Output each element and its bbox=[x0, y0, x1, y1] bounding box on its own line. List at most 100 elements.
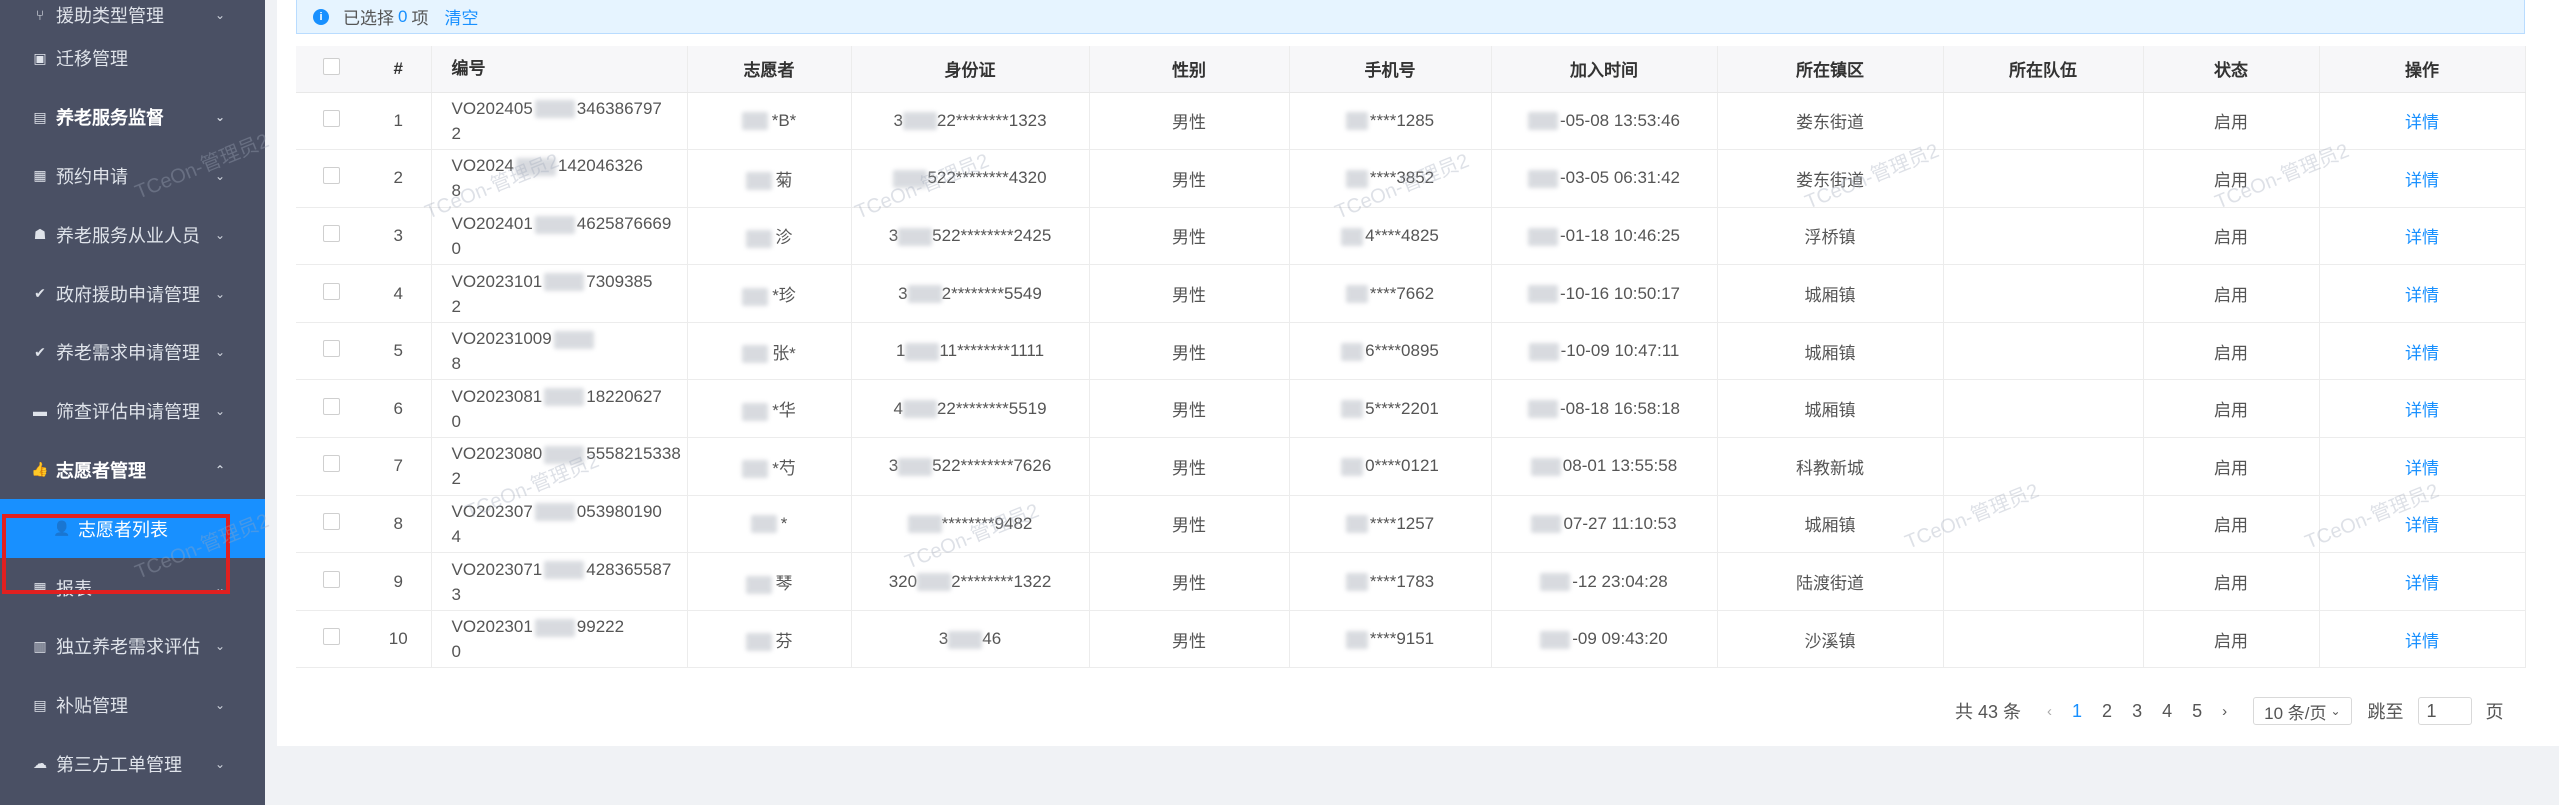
phone-value: ****7662 bbox=[1369, 283, 1435, 303]
code-suffix: 2 bbox=[451, 123, 461, 143]
table-row: 7 VO2023080 5558215338 2 *芍 3 522********7626 男… bbox=[296, 437, 2526, 496]
row-detail-link[interactable]: 详情 bbox=[2319, 379, 2526, 439]
row-gender: 男性 bbox=[1089, 207, 1290, 266]
header-phone: 手机号 bbox=[1289, 46, 1492, 93]
sidebar-item[interactable]: ▬ 筛查评估申请管理 ⌄ bbox=[0, 382, 265, 441]
row-detail-link[interactable]: 详情 bbox=[2319, 92, 2526, 151]
id-suffix: 2********5549 bbox=[941, 283, 1042, 303]
row-checkbox[interactable] bbox=[322, 512, 340, 530]
sidebar-item[interactable]: ▣ 迁移管理 bbox=[0, 29, 265, 88]
row-checkbox[interactable] bbox=[322, 282, 340, 300]
sidebar-item[interactable]: ☁ 第三方工单管理 ⌄ bbox=[0, 735, 265, 794]
user-icon: 👤 bbox=[53, 520, 71, 537]
sidebar-item[interactable]: ▥ 独立养老需求评估 ⌄ bbox=[0, 617, 265, 676]
page-number[interactable]: 4 bbox=[2162, 701, 2172, 722]
id-prefix: 320 bbox=[888, 571, 918, 591]
row-join-time: -10-09 10:47:11 bbox=[1491, 322, 1718, 381]
phone-value: ****9151 bbox=[1369, 629, 1435, 649]
row-detail-link[interactable]: 详情 bbox=[2319, 437, 2526, 496]
sidebar-item[interactable]: ⑂ 援助类型管理 ⌄ bbox=[0, 0, 265, 29]
sidebar-item[interactable]: ☗ 养老服务从业人员 ⌄ bbox=[0, 205, 265, 264]
code-middle: 142046326 bbox=[557, 156, 643, 176]
row-select[interactable] bbox=[296, 552, 366, 611]
row-join-time: 07-27 11:10:53 bbox=[1491, 495, 1718, 554]
join-time-value: -09 09:43:20 bbox=[1572, 629, 1668, 649]
row-checkbox[interactable] bbox=[322, 455, 340, 473]
sidebar-item-label: 养老服务监督 bbox=[56, 108, 164, 129]
redaction-blur bbox=[742, 345, 769, 364]
row-join-time: -10-16 10:50:17 bbox=[1491, 264, 1718, 323]
page-size-select[interactable]: 10 条/页 ⌄ bbox=[2253, 697, 2352, 725]
sidebar-item[interactable]: ▤ 养老服务监督 ⌄ bbox=[0, 88, 265, 147]
row-select[interactable] bbox=[296, 437, 366, 496]
sidebar-item[interactable]: ✔ 养老需求申请管理 ⌄ bbox=[0, 323, 265, 382]
volunteer-name: 芬 bbox=[775, 631, 793, 651]
sidebar-item[interactable]: ▦ 预约申请 ⌄ bbox=[0, 147, 265, 206]
row-detail-link[interactable]: 详情 bbox=[2319, 207, 2526, 266]
row-select[interactable] bbox=[296, 322, 366, 381]
row-detail-link[interactable]: 详情 bbox=[2319, 495, 2526, 554]
code-suffix: 4 bbox=[451, 526, 461, 546]
row-id-card: 3 22********1323 bbox=[851, 92, 1090, 151]
code-middle: 7309385 bbox=[586, 271, 653, 291]
sidebar-item[interactable]: ▤ 补贴管理 ⌄ bbox=[0, 676, 265, 735]
sidebar-item[interactable]: 👤 志愿者列表 bbox=[0, 499, 265, 559]
join-time-value: -12 23:04:28 bbox=[1572, 571, 1668, 591]
code-suffix: 0 bbox=[451, 411, 461, 431]
row-detail-link[interactable]: 详情 bbox=[2319, 149, 2526, 208]
sidebar-item[interactable]: 👍 志愿者管理 ⌃ bbox=[0, 441, 265, 500]
row-select[interactable] bbox=[296, 149, 366, 208]
redaction-blur bbox=[1540, 630, 1571, 649]
redaction-blur bbox=[534, 215, 575, 234]
code-suffix: 8 bbox=[451, 354, 461, 374]
page-number[interactable]: 3 bbox=[2132, 701, 2142, 722]
sidebar-item[interactable]: ✔ 政府援助申请管理 ⌄ bbox=[0, 264, 265, 323]
table-row: 8 VO202307 053980190 4 * ********9482 男性 ****12… bbox=[296, 495, 2526, 554]
jump-page-input[interactable]: 1 bbox=[2417, 697, 2472, 725]
volunteer-name: 沴 bbox=[775, 228, 793, 248]
row-checkbox[interactable] bbox=[322, 628, 340, 646]
row-select[interactable] bbox=[296, 495, 366, 554]
code-middle: 346386797 bbox=[576, 98, 662, 118]
row-select[interactable] bbox=[296, 379, 366, 439]
clear-selection-link[interactable]: 清空 bbox=[444, 4, 478, 29]
page-number[interactable]: 2 bbox=[2102, 701, 2112, 722]
select-all-checkbox[interactable] bbox=[322, 57, 340, 75]
row-id-card: 320 2********1322 bbox=[851, 552, 1090, 611]
page-number[interactable]: 5 bbox=[2192, 701, 2202, 722]
row-select[interactable] bbox=[296, 610, 366, 669]
row-detail-link[interactable]: 详情 bbox=[2319, 322, 2526, 381]
next-page-icon[interactable]: › bbox=[2222, 703, 2227, 720]
row-team bbox=[1943, 149, 2144, 208]
row-checkbox[interactable] bbox=[322, 570, 340, 588]
row-checkbox[interactable] bbox=[322, 109, 340, 127]
redaction-blur bbox=[1540, 573, 1571, 592]
sidebar-item[interactable]: ▦ 报表 ⌄ bbox=[0, 558, 265, 617]
row-checkbox[interactable] bbox=[322, 340, 340, 358]
row-checkbox[interactable] bbox=[322, 397, 340, 415]
row-detail-link[interactable]: 详情 bbox=[2319, 610, 2526, 669]
row-detail-link[interactable]: 详情 bbox=[2319, 552, 2526, 611]
row-select[interactable] bbox=[296, 264, 366, 323]
sidebar-item-label: 报表 bbox=[56, 578, 92, 599]
main-area: i 已选择 0 项 清空 # 编号 志愿者 身份证 性别 手机号 加入时间 所在… bbox=[265, 0, 2559, 805]
row-town: 浮桥镇 bbox=[1717, 207, 1944, 266]
calendar-icon: ▦ bbox=[33, 579, 47, 596]
redaction-blur bbox=[907, 285, 942, 304]
row-detail-link[interactable]: 详情 bbox=[2319, 264, 2526, 323]
row-team bbox=[1943, 610, 2144, 669]
row-id-card: 1 11********1111 bbox=[851, 322, 1090, 381]
row-select[interactable] bbox=[296, 207, 366, 266]
row-checkbox[interactable] bbox=[322, 167, 340, 185]
page-number[interactable]: 1 bbox=[2072, 701, 2082, 722]
row-checkbox[interactable] bbox=[322, 224, 340, 242]
row-volunteer: *B* bbox=[687, 92, 852, 151]
chevron-down-icon: ⌄ bbox=[214, 286, 225, 301]
code-prefix: VO2023071 bbox=[451, 559, 543, 579]
row-select[interactable] bbox=[296, 92, 366, 151]
prev-page-icon[interactable]: ‹ bbox=[2047, 703, 2052, 720]
header-volunteer: 志愿者 bbox=[687, 46, 852, 93]
id-suffix: 2********1322 bbox=[951, 571, 1052, 591]
volunteer-name: *B* bbox=[771, 110, 797, 130]
header-select-all[interactable] bbox=[296, 46, 366, 93]
